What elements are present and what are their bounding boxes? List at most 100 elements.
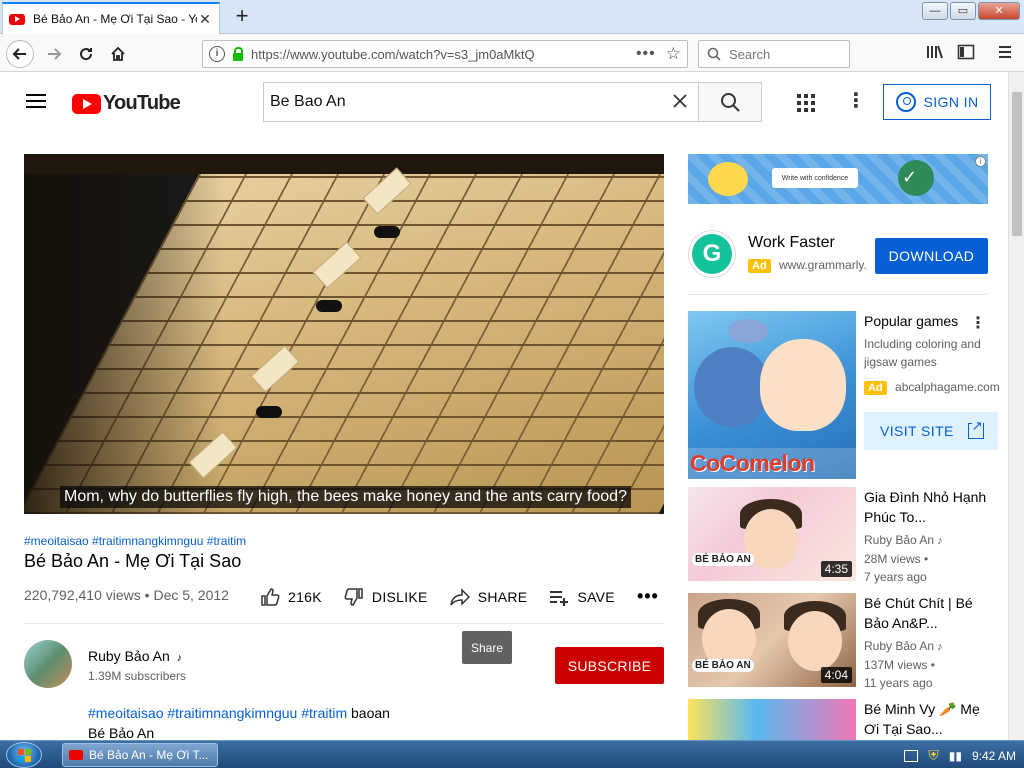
- scrollbar-thumb[interactable]: [1012, 92, 1022, 236]
- maximize-button[interactable]: ▭: [950, 2, 976, 20]
- youtube-search-button[interactable]: [698, 82, 762, 122]
- save-label: SAVE: [577, 588, 615, 605]
- keyboard-icon[interactable]: [904, 749, 919, 762]
- new-tab-button[interactable]: +: [230, 4, 254, 28]
- ad-badge: Ad: [864, 381, 887, 395]
- sign-in-label: SIGN IN: [923, 94, 979, 110]
- more-actions-button[interactable]: •••: [637, 586, 659, 607]
- browser-menu-icon[interactable]: [994, 44, 1016, 65]
- url-text[interactable]: https://www.youtube.com/watch?v=s3_jm0aM…: [251, 47, 626, 62]
- banner-illustration: [708, 162, 748, 196]
- youtube-search-input[interactable]: Be Bao An: [263, 82, 698, 122]
- site-info-icon[interactable]: i: [209, 46, 225, 62]
- video-actions: 216K DISLIKE SHARE SAVE •••: [260, 586, 681, 607]
- dislike-button[interactable]: DISLIKE: [344, 587, 428, 607]
- guide-menu-icon[interactable]: [26, 94, 46, 112]
- channel-avatar[interactable]: [24, 640, 72, 688]
- channel-watermark: BÉ BẢO AN: [692, 553, 754, 566]
- grammarly-banner-ad[interactable]: Write with confidence ✓: [688, 154, 988, 204]
- promo-kebab-icon[interactable]: ⋮: [970, 313, 986, 333]
- description-hashtag-links[interactable]: #meoitaisao #traitimnangkimnguu #traitim: [88, 705, 347, 721]
- start-button[interactable]: [6, 742, 42, 768]
- youtube-wordmark: YouTube: [103, 92, 181, 114]
- subscriber-count: 1.39M subscribers: [88, 669, 187, 683]
- download-button[interactable]: DOWNLOAD: [875, 238, 988, 274]
- ad-badge: Ad: [748, 259, 771, 273]
- thumbs-up-icon: [261, 587, 280, 606]
- recommendation-meta: Ruby Bảo An ♪ 28M views • 7 years ago: [864, 531, 994, 586]
- share-button[interactable]: SHARE: [449, 587, 528, 607]
- forward-button[interactable]: [40, 40, 68, 68]
- visit-site-button[interactable]: VISIT SITE: [864, 412, 998, 450]
- close-window-button[interactable]: ✕: [978, 2, 1020, 20]
- recommendation-title[interactable]: Bé Chút Chít | Bé Bảo An&P...: [864, 593, 990, 633]
- taskbar-firefox-item[interactable]: Bé Bảo An - Mẹ Ơi T...: [62, 743, 218, 767]
- recommendation-channel[interactable]: Ruby Bảo An ♪: [864, 637, 994, 656]
- info-divider: [24, 623, 664, 624]
- security-shield-icon[interactable]: ⛨: [928, 747, 939, 764]
- small-shark-figure: [728, 319, 768, 343]
- arrow-left-icon: [12, 48, 26, 60]
- search-query[interactable]: Be Bao An: [270, 93, 668, 111]
- like-count: 216K: [288, 588, 322, 605]
- channel-name-text[interactable]: Ruby Bảo An: [88, 648, 170, 664]
- apps-grid-icon[interactable]: [797, 94, 815, 112]
- sign-in-button[interactable]: SIGN IN: [883, 84, 991, 120]
- description-hashtags: #meoitaisao #traitimnangkimnguu #traitim…: [88, 705, 390, 721]
- recommendation-views: 137M views •: [864, 658, 935, 672]
- youtube-logo[interactable]: YouTube: [72, 92, 181, 115]
- clear-search-icon[interactable]: [668, 89, 692, 115]
- cocomelon-logo: CoComelon: [688, 448, 856, 479]
- save-button[interactable]: SAVE: [549, 587, 615, 607]
- description-hashtag-text: baoan: [351, 705, 390, 721]
- girl-face: [788, 611, 842, 671]
- minimize-button[interactable]: —: [922, 2, 948, 20]
- promo-description: Including coloring and jigsaw games: [864, 337, 981, 369]
- view-count: 220,792,410 views: [24, 587, 141, 603]
- network-icon[interactable]: ▮▮: [949, 749, 962, 763]
- promo-title[interactable]: Popular games: [864, 313, 958, 329]
- description-line: Bé Bảo An: [88, 725, 155, 741]
- video-player[interactable]: Mom, why do butterflies fly high, the be…: [24, 154, 664, 514]
- page-scrollbar[interactable]: [1008, 72, 1024, 740]
- cocomelon-ad-thumbnail[interactable]: CoComelon: [688, 311, 856, 479]
- video-frame-top: [24, 154, 664, 174]
- external-link-icon: [967, 418, 984, 439]
- tab-close-icon[interactable]: ✕: [197, 11, 213, 28]
- recommendation-thumbnail[interactable]: BÉ BẢO AN 4:35: [688, 487, 856, 581]
- home-button[interactable]: [104, 40, 132, 68]
- back-button[interactable]: [6, 40, 34, 68]
- shark-figure: [694, 347, 770, 427]
- recommendation-thumbnail[interactable]: BÉ BẢO AN 4:04: [688, 593, 856, 687]
- ad-title[interactable]: Work Faster: [748, 234, 835, 252]
- bookmark-star-icon[interactable]: ☆: [666, 44, 681, 64]
- library-icon[interactable]: [924, 44, 946, 65]
- ad-url: www.grammarly.com: [779, 258, 866, 272]
- grammarly-logo[interactable]: G: [688, 230, 736, 278]
- address-bar[interactable]: i https://www.youtube.com/watch?v=s3_jm0…: [202, 40, 688, 68]
- sidebar-toggle-icon[interactable]: [955, 44, 977, 65]
- recommendation-title[interactable]: Bé Minh Vy 🥕 Mẹ Ơi Tại Sao...: [864, 699, 990, 739]
- recommendation-thumbnail[interactable]: [688, 699, 856, 740]
- browser-tab[interactable]: Bé Bảo An - Mẹ Ơi Tại Sao - YouTube ✕: [2, 2, 220, 34]
- page-actions-icon[interactable]: •••: [636, 45, 656, 63]
- recommendation-meta: Ruby Bảo An ♪ 137M views • 11 years ago: [864, 637, 994, 692]
- browser-search-bar[interactable]: Search: [698, 40, 850, 68]
- music-note-icon: ♪: [176, 652, 183, 664]
- like-button[interactable]: 216K: [260, 587, 322, 607]
- clock[interactable]: 9:42 AM: [972, 749, 1016, 763]
- ad-info-icon[interactable]: i: [975, 156, 986, 167]
- settings-kebab-icon[interactable]: ⋮: [846, 90, 866, 112]
- video-hashtags[interactable]: #meoitaisao #traitimnangkimnguu #traitim: [24, 534, 246, 548]
- ad-url-line: Ad www.grammarly.com: [748, 258, 866, 273]
- browser-search-placeholder: Search: [729, 46, 771, 62]
- subscribe-button[interactable]: SUBSCRIBE: [555, 647, 664, 684]
- add-to-playlist-icon: [550, 590, 569, 606]
- channel-name[interactable]: Ruby Bảo An ♪: [88, 648, 182, 664]
- recommendation-channel[interactable]: Ruby Bảo An ♪: [864, 531, 994, 550]
- youtube-play-icon: [72, 93, 101, 114]
- recommendation-title[interactable]: Gia Đình Nhỏ Hạnh Phúc To...: [864, 487, 990, 527]
- banner-card-text: Write with confidence: [772, 168, 858, 188]
- share-label: SHARE: [477, 588, 528, 605]
- reload-button[interactable]: [72, 40, 100, 68]
